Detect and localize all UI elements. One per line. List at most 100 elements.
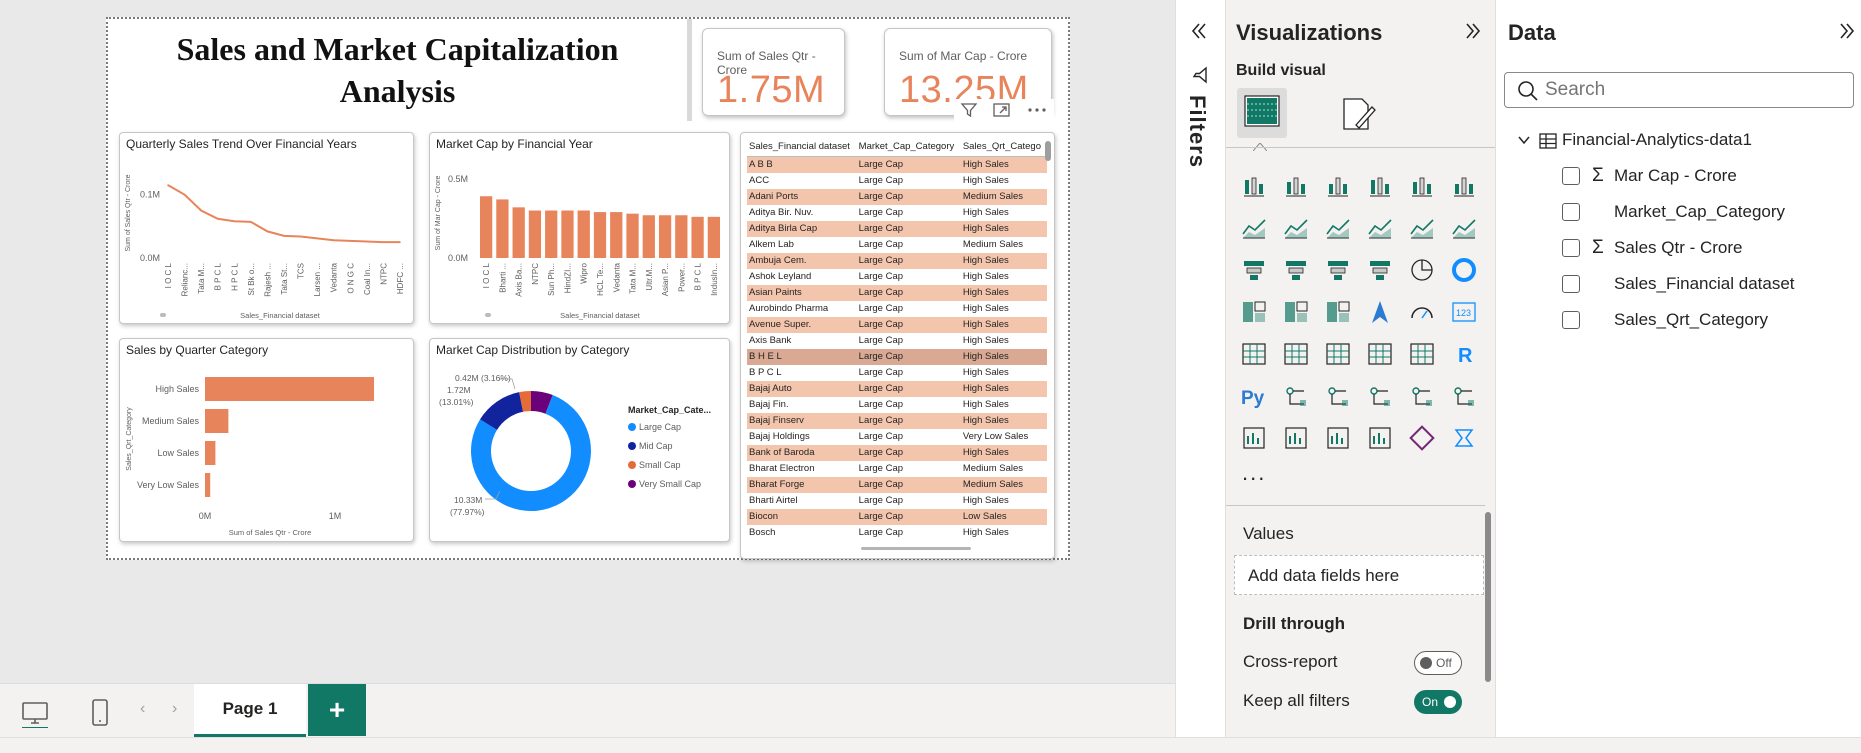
expand-pane-icon[interactable] [1462,20,1484,47]
kpi-icon[interactable] [1280,338,1312,370]
search-input[interactable] [1545,79,1835,101]
table-row[interactable]: Alkem Lab Large Cap Medium Sales [747,237,1047,253]
100-stacked-bar-icon[interactable] [1406,170,1438,202]
more-visual-icon[interactable] [1406,422,1438,454]
hbar-chart-visual[interactable]: Sales by Quarter Category High Sales Medi… [119,338,414,542]
table-row[interactable]: ACC Large Cap High Sales [747,173,1047,189]
ribbon-chart-icon[interactable] [1238,254,1270,286]
table-row[interactable]: Bharti Airtel Large Cap High Sales [747,493,1047,509]
build-visual-tab[interactable] [1237,88,1287,138]
table-visual[interactable]: Sales_Financial dataset Market_Cap_Categ… [740,132,1055,559]
pie-chart-icon[interactable] [1406,254,1438,286]
table-row[interactable]: Bajaj Holdings Large Cap Very Low Sales [747,429,1047,445]
table-row[interactable]: Bosch Large Cap High Sales [747,525,1047,541]
donut-chart-visual[interactable]: Market Cap Distribution by Category 0.42… [429,338,730,542]
field-checkbox[interactable] [1562,275,1580,293]
add-data-fields-well[interactable]: Add data fields here [1234,555,1484,595]
cross-report-toggle[interactable]: Off [1414,651,1462,675]
collapse-data-pane-icon[interactable] [1836,20,1858,47]
mobile-view-icon[interactable] [90,698,110,734]
paginated-report-icon[interactable] [1238,422,1270,454]
donut-chart-icon[interactable] [1448,254,1480,286]
gauge-icon[interactable] [1406,296,1438,328]
keep-all-filters-toggle[interactable]: On [1414,690,1462,714]
map-icon[interactable] [1280,296,1312,328]
r-visual-icon[interactable]: R [1448,338,1480,370]
table-row[interactable]: Bharat Electron Large Cap Medium Sales [747,461,1047,477]
key-influencers-icon[interactable] [1280,380,1312,412]
line-column-icon[interactable] [1406,212,1438,244]
clustered-bar-icon[interactable] [1322,170,1354,202]
decomposition-tree-icon[interactable] [1322,380,1354,412]
table-vertical-scrollbar[interactable] [1045,141,1051,161]
column-header[interactable]: Market_Cap_Category [856,139,961,157]
azure-map-icon[interactable] [1364,296,1396,328]
table-icon[interactable] [1364,338,1396,370]
filters-pane-label[interactable]: Filters [1184,95,1210,168]
stacked-bar-icon[interactable] [1238,170,1270,202]
add-page-button[interactable]: + [308,684,366,736]
chevron-right-icon[interactable]: › [172,700,177,718]
table-row[interactable]: Ambuja Cem. Large Cap High Sales [747,252,1047,269]
line-clustered-column-icon[interactable] [1448,212,1480,244]
table-row[interactable]: Avenue Super. Large Cap High Sales [747,316,1047,333]
100-stacked-area-icon[interactable] [1364,212,1396,244]
chevron-left-icon[interactable]: ‹ [140,700,145,718]
stacked-column-icon[interactable] [1280,170,1312,202]
chevron-down-icon[interactable] [1516,132,1532,153]
narrative-icon[interactable] [1448,422,1480,454]
line-chart-icon[interactable] [1238,212,1270,244]
sales-qtr-card[interactable]: Sum of Sales Qtr - Crore 1.75M [702,28,845,116]
table-row[interactable]: Bajaj Finserv Large Cap High Sales [747,412,1047,429]
viz-pane-scrollbar[interactable] [1485,512,1491,682]
clustered-column-icon[interactable] [1364,170,1396,202]
format-visual-icon[interactable] [1338,95,1378,138]
table-horizontal-scrollbar[interactable] [861,547,971,550]
table-row[interactable]: Bharat Forge Large Cap Medium Sales [747,476,1047,493]
table-row[interactable]: Biocon Large Cap Low Sales [747,508,1047,525]
matrix-icon[interactable] [1406,338,1438,370]
qna-icon[interactable] [1364,380,1396,412]
column-header[interactable]: Sales_Financial dataset [747,139,857,157]
field-checkbox[interactable] [1562,203,1580,221]
smart-narrative-icon[interactable] [1406,380,1438,412]
field-checkbox[interactable] [1562,167,1580,185]
slicer-icon[interactable] [1322,338,1354,370]
100-stacked-column-icon[interactable] [1448,170,1480,202]
python-visual-icon[interactable]: Py [1238,380,1270,412]
filled-map-icon[interactable] [1322,296,1354,328]
table-row[interactable]: Asian Paints Large Cap High Sales [747,284,1047,301]
more-visuals-button[interactable]: ... [1242,460,1266,486]
area-chart-icon[interactable] [1280,212,1312,244]
table-row[interactable]: Adani Ports Large Cap Medium Sales [747,188,1047,205]
tab-page-1[interactable]: Page 1 [194,684,306,738]
waterfall-chart-icon[interactable] [1280,254,1312,286]
bar-chart-visual[interactable]: Market Cap by Financial Year 0.5M 0.0M Sum… [429,132,730,324]
search-box[interactable] [1504,72,1854,108]
treemap-icon[interactable] [1238,296,1270,328]
arcgis-icon[interactable] [1364,422,1396,454]
metrics-icon[interactable] [1448,380,1480,412]
power-automate-icon[interactable] [1322,422,1354,454]
funnel-icon[interactable] [1322,254,1354,286]
focus-mode-icon[interactable] [992,101,1012,124]
scatter-chart-icon[interactable] [1364,254,1396,286]
table-row[interactable]: B P C L Large Cap High Sales [747,365,1047,381]
desktop-view-icon[interactable] [20,698,50,734]
card-icon[interactable]: 123 [1448,296,1480,328]
table-row[interactable]: Bajaj Fin. Large Cap High Sales [747,397,1047,413]
field-checkbox[interactable] [1562,239,1580,257]
table-row[interactable]: Ashok Leyland Large Cap High Sales [747,269,1047,285]
table-row[interactable]: Axis Bank Large Cap High Sales [747,333,1047,349]
column-header[interactable]: Sales_Qrt_Catego [960,139,1047,157]
collapse-filters-icon[interactable] [1188,20,1210,47]
more-options-icon[interactable] [1026,101,1048,124]
power-apps-icon[interactable] [1280,422,1312,454]
table-row[interactable]: Bank of Baroda Large Cap High Sales [747,444,1047,461]
stacked-area-icon[interactable] [1322,212,1354,244]
multi-row-card-icon[interactable] [1238,338,1270,370]
table-row[interactable]: B H E L Large Cap High Sales [747,348,1047,365]
filter-icon[interactable] [960,101,978,124]
line-chart-visual[interactable]: Quarterly Sales Trend Over Financial Yea… [119,132,414,324]
table-row[interactable]: Aditya Bir. Nuv. Large Cap High Sales [747,205,1047,221]
